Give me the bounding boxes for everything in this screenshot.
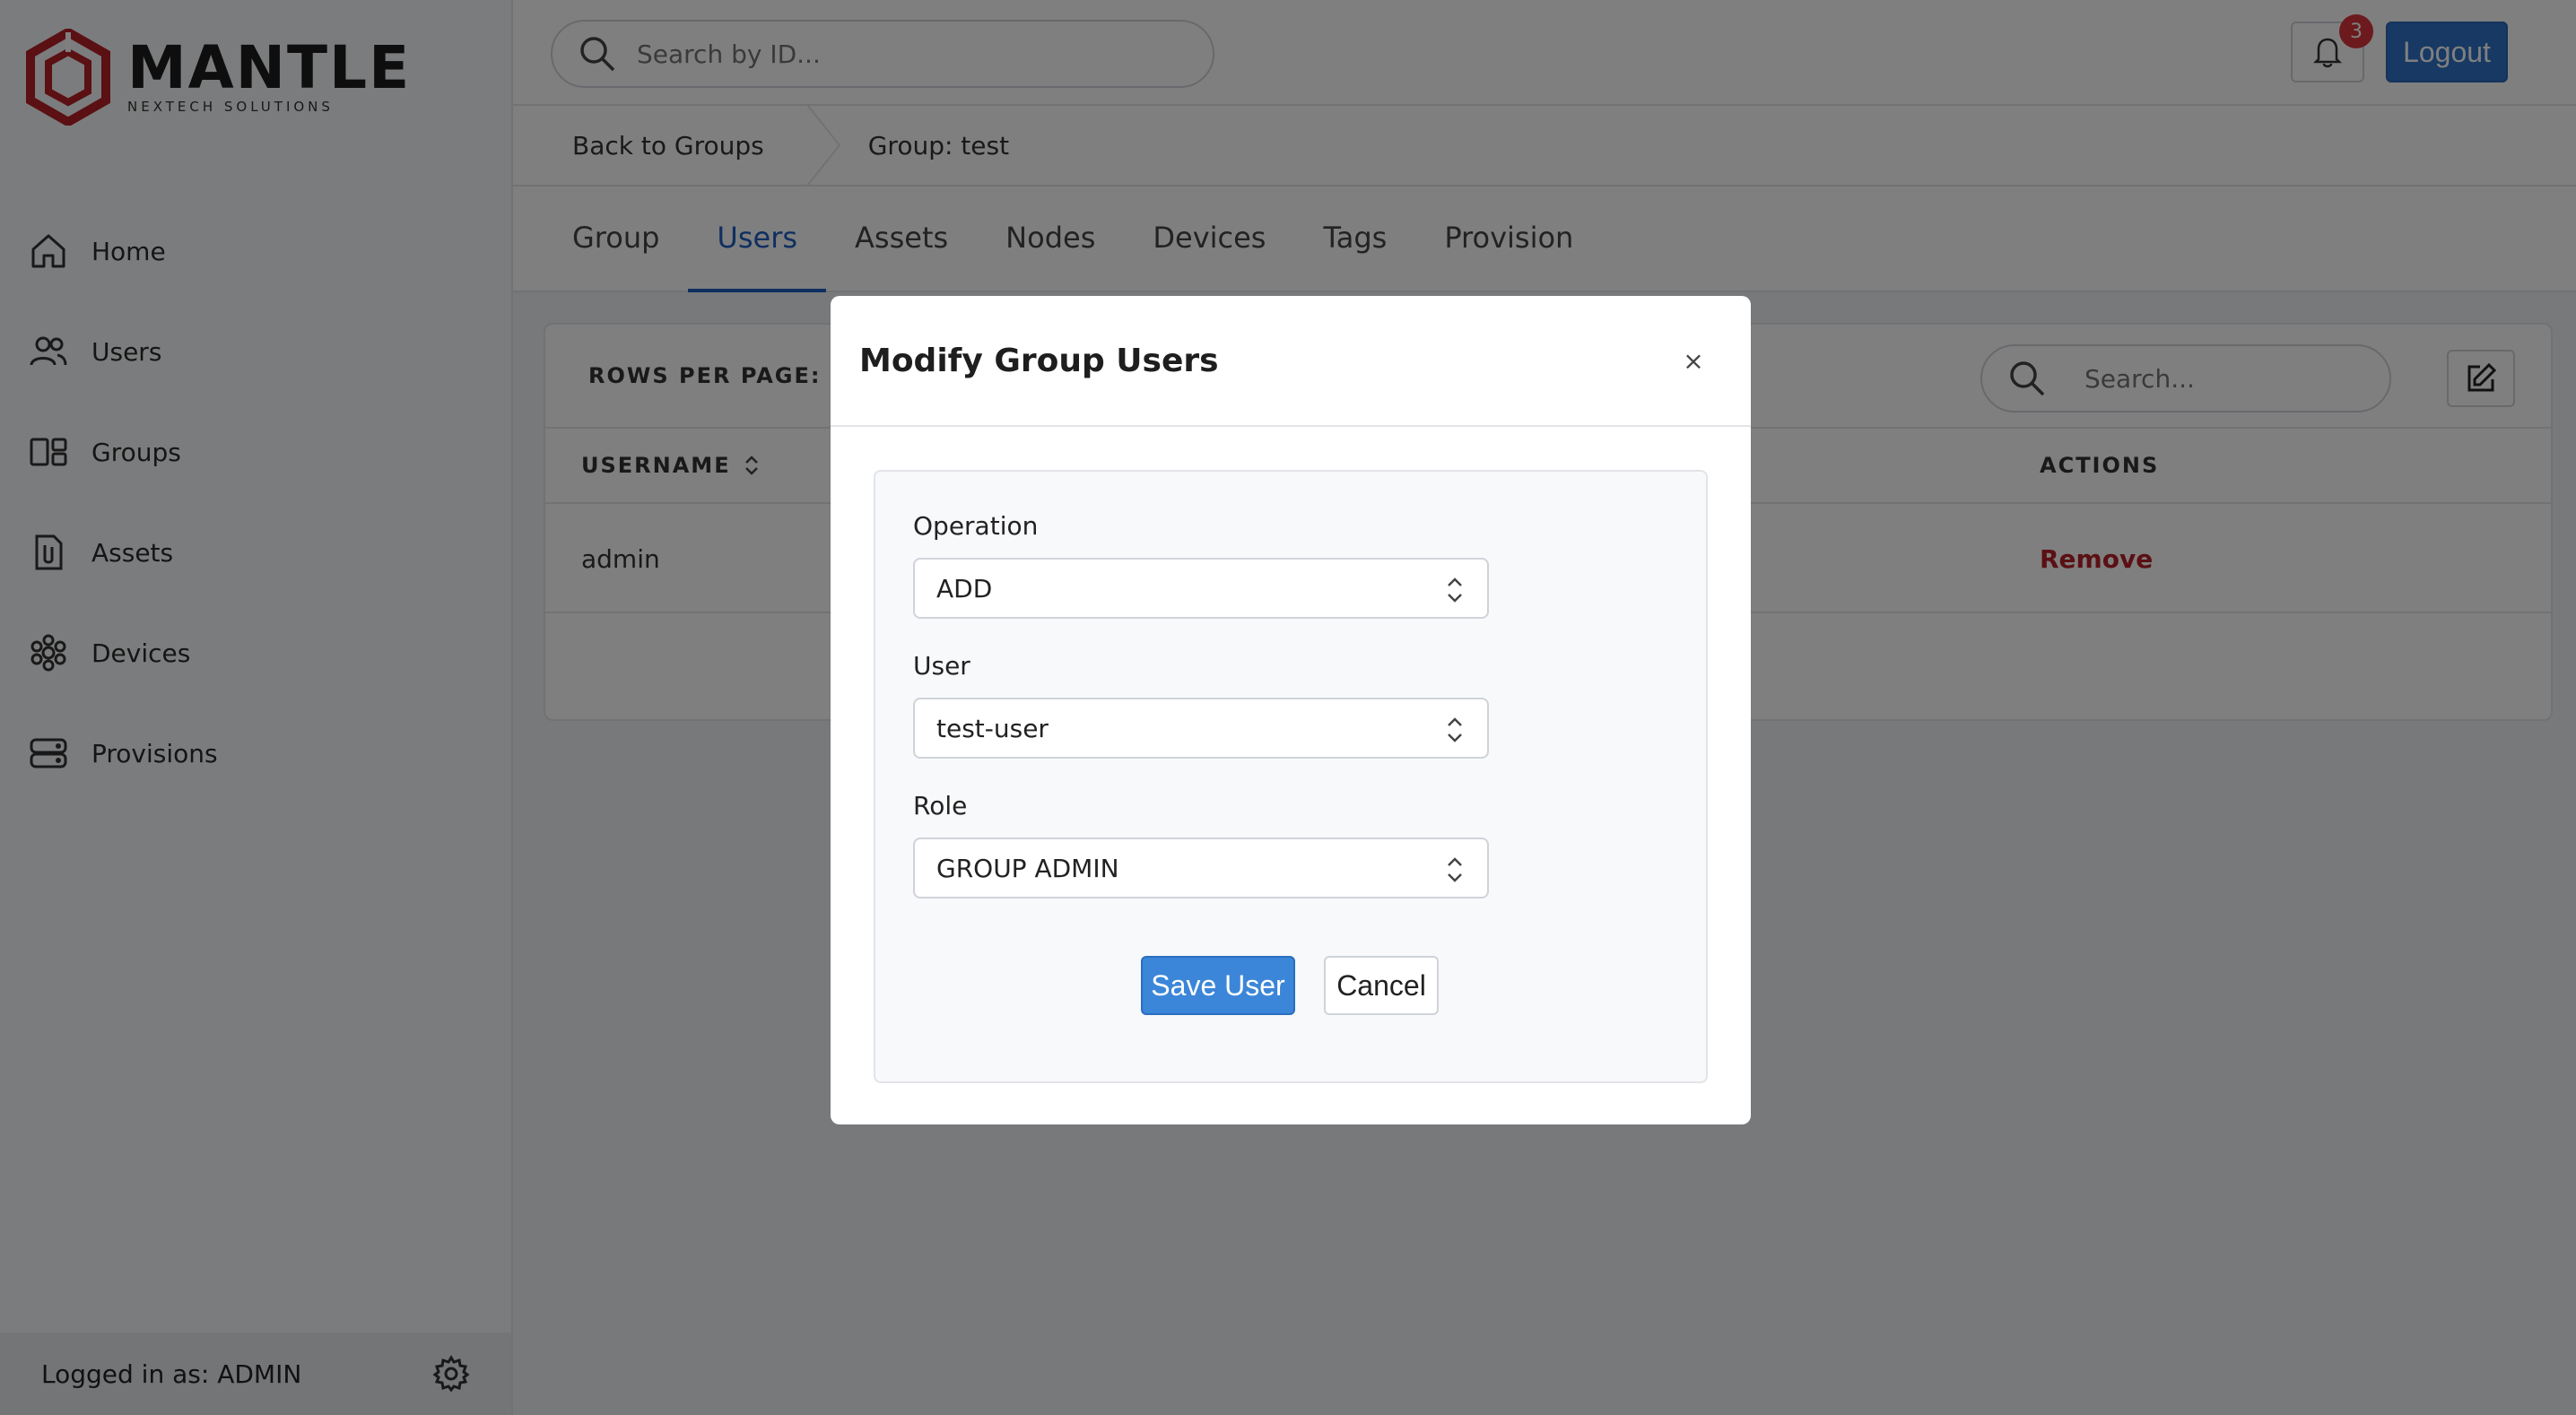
- save-user-button[interactable]: Save User: [1141, 956, 1295, 1015]
- modify-group-users-dialog: Modify Group Users × Operation ADD User …: [831, 296, 1751, 1124]
- modal-header: Modify Group Users ×: [831, 296, 1751, 427]
- operation-select[interactable]: ADD: [913, 558, 1489, 619]
- chevron-updown-icon: [1448, 717, 1462, 742]
- operation-value: ADD: [936, 573, 993, 603]
- modal-title: Modify Group Users: [859, 342, 1219, 379]
- close-icon[interactable]: ×: [1677, 344, 1710, 377]
- modal-form: Operation ADD User test-user Role GROUP …: [874, 470, 1708, 1083]
- role-select[interactable]: GROUP ADMIN: [913, 838, 1489, 898]
- cancel-button[interactable]: Cancel: [1324, 956, 1439, 1015]
- user-value: test-user: [936, 713, 1049, 743]
- role-label: Role: [913, 791, 968, 820]
- user-select[interactable]: test-user: [913, 698, 1489, 759]
- operation-label: Operation: [913, 511, 1039, 541]
- role-value: GROUP ADMIN: [936, 853, 1119, 883]
- chevron-updown-icon: [1448, 577, 1462, 603]
- chevron-updown-icon: [1448, 857, 1462, 882]
- user-label: User: [913, 651, 970, 681]
